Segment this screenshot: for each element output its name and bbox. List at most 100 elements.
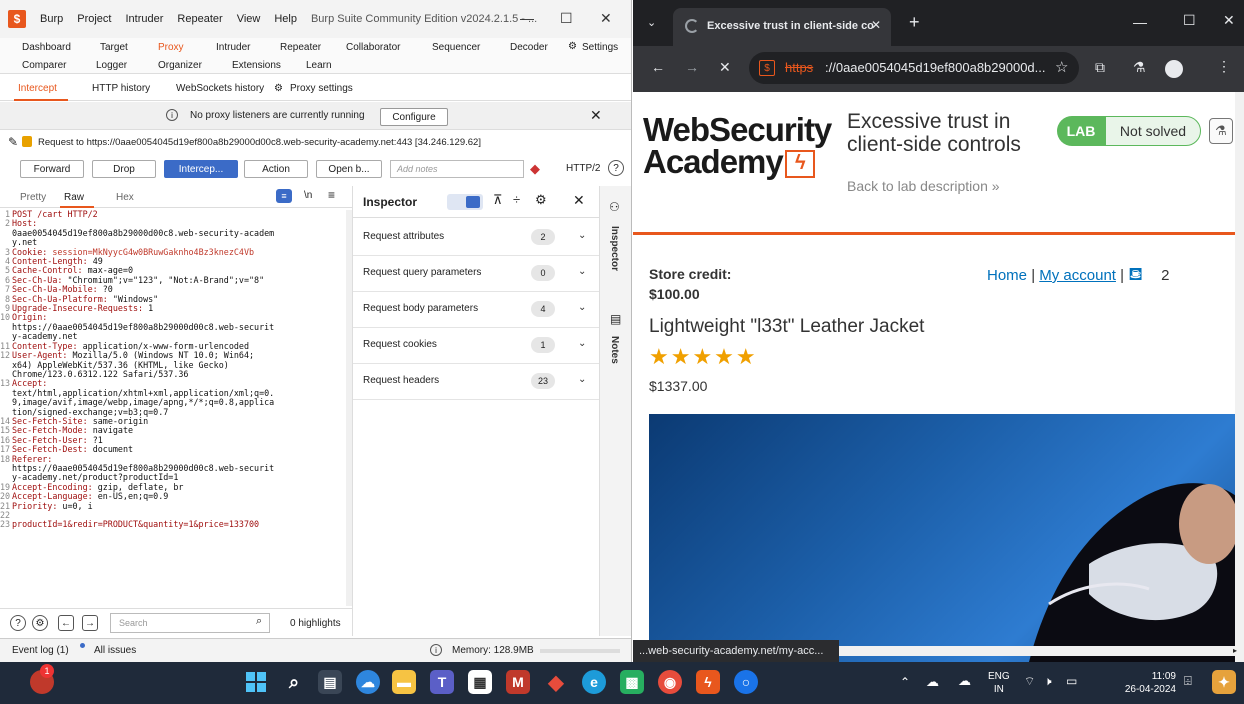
language-code[interactable]: ENG (988, 670, 1010, 683)
editor-line[interactable]: 0aae0054045d19ef800a8b29000d00c8.web-sec… (0, 228, 346, 238)
subtab-proxy-settings[interactable]: Proxy settings (290, 83, 353, 94)
notification-center-icon[interactable]: ⌹ (1184, 674, 1192, 687)
chevron-down-icon[interactable]: ⌄ (578, 266, 586, 277)
menu-repeater[interactable]: Repeater (177, 13, 222, 25)
clock[interactable]: 11:09 26-04-2024 (1112, 670, 1176, 696)
teams-icon[interactable]: T (430, 670, 454, 694)
editor-tab-raw[interactable]: Raw (64, 192, 84, 203)
subtab-intercept[interactable]: Intercept (18, 83, 57, 94)
volume-muted-icon[interactable]: 🕨 (1044, 675, 1052, 688)
tab-comparer[interactable]: Comparer (22, 60, 66, 71)
editor-line[interactable]: 21 Priority: u=0, i (0, 501, 346, 511)
inspector-rail-icon[interactable]: ⚇ (609, 200, 620, 214)
onedrive-icon[interactable]: ☁ (958, 674, 971, 687)
web-security-academy-logo[interactable]: WebSecurity Academy ϟ (643, 113, 832, 179)
tab-collaborator[interactable]: Collaborator (346, 42, 400, 53)
bookmark-star-icon[interactable]: ☆ (1055, 58, 1068, 76)
battery-icon[interactable]: ▭ (1066, 675, 1077, 688)
new-tab-plus-icon[interactable]: + (909, 12, 920, 33)
editor-line[interactable]: 1 POST /cart HTTP/2 (0, 210, 346, 219)
intercept-toggle-button[interactable]: Intercep... (164, 160, 238, 178)
highlight-color-icon[interactable]: ◆ (530, 161, 540, 177)
menu-help[interactable]: Help (274, 13, 297, 25)
subtab-websockets-history[interactable]: WebSockets history (176, 83, 264, 94)
editor-tab-hex[interactable]: Hex (116, 192, 134, 203)
message-actions-icon[interactable]: ≡ (276, 189, 292, 203)
chevron-down-icon[interactable]: ⌄ (578, 230, 586, 241)
inspector-row[interactable]: Request cookies 1 ⌄ (353, 328, 600, 364)
store-icon[interactable]: ▦ (468, 670, 492, 694)
cloud-sync-icon[interactable]: ☁ (926, 675, 939, 688)
address-bar[interactable]: $ https ://0aae0054045d19ef800a8b29000d.… (749, 52, 1079, 84)
rail-tab-notes[interactable]: Notes (609, 336, 620, 364)
mcafee-icon[interactable]: M (506, 670, 530, 694)
menu-project[interactable]: Project (77, 13, 111, 25)
tab-learn[interactable]: Learn (306, 60, 332, 71)
page-scrollbar[interactable] (1235, 92, 1244, 662)
edge-icon[interactable]: e (582, 670, 606, 694)
search-input[interactable]: Search (110, 613, 270, 633)
layout-toggle-icon[interactable] (447, 194, 483, 210)
notes-input[interactable]: Add notes (390, 160, 524, 178)
search-next-arrow-icon[interactable]: → (82, 615, 98, 631)
maximize-icon[interactable]: ☐ (560, 10, 573, 27)
raw-request-editor[interactable]: 1 POST /cart HTTP/2 2 Host: 0aae0054045d19ef… (0, 210, 346, 606)
labs-flask-icon[interactable]: ⚗ (1133, 59, 1146, 76)
browser-minimize-icon[interactable]: — (1133, 14, 1147, 30)
action-button[interactable]: Action (244, 160, 308, 178)
browser-menu-icon[interactable]: ⋮ (1217, 58, 1231, 75)
inspector-row[interactable]: Request headers 23 ⌄ (353, 364, 600, 400)
tab-sequencer[interactable]: Sequencer (432, 42, 480, 53)
tab-settings[interactable]: Settings (582, 42, 618, 53)
chevron-down-icon[interactable]: ⌄ (578, 374, 586, 385)
diamond-app-icon[interactable]: ◆ (544, 670, 568, 694)
nav-my-account-link[interactable]: My account (1039, 267, 1116, 284)
chrome-icon[interactable]: ◉ (658, 670, 682, 694)
subtab-http-history[interactable]: HTTP history (92, 83, 150, 94)
close-icon[interactable]: ✕ (600, 10, 612, 27)
editor-line[interactable]: 23 productId=1&redir=PRODUCT&quantity=1&p… (0, 519, 346, 529)
windows-start-icon[interactable] (244, 670, 268, 694)
pencil-icon[interactable]: ✎ (8, 135, 18, 149)
inspector-close-icon[interactable]: ✕ (573, 192, 585, 209)
notes-rail-icon[interactable]: ▤ (610, 312, 621, 326)
tab-decoder[interactable]: Decoder (510, 42, 548, 53)
browser-close-icon[interactable]: ✕ (1223, 12, 1235, 29)
divide-icon[interactable]: ÷ (513, 192, 520, 207)
cart-basket-icon[interactable]: ⛾ (1128, 264, 1143, 284)
chevron-down-icon[interactable]: ⌄ (578, 338, 586, 349)
extensions-puzzle-icon[interactable]: ⧉ (1095, 59, 1105, 76)
browser-tab[interactable]: Excessive trust in client-side co ✕ (673, 8, 891, 46)
scroll-right-arrow-icon[interactable]: ▸ (1233, 646, 1237, 655)
drop-button[interactable]: Drop (92, 160, 156, 178)
tab-dashboard[interactable]: Dashboard (22, 42, 71, 53)
http-version-label[interactable]: HTTP/2 (566, 163, 600, 174)
all-issues-link[interactable]: All issues (94, 645, 136, 656)
game-app-icon[interactable]: ▩ (620, 670, 644, 694)
inspector-settings-gear-icon[interactable]: ⚙ (535, 192, 547, 208)
browser-maximize-icon[interactable]: ☐ (1183, 12, 1196, 29)
minimize-icon[interactable]: — (520, 10, 534, 26)
tab-organizer[interactable]: Organizer (158, 60, 202, 71)
show-hidden-icons-chevron-icon[interactable]: ⌃ (900, 676, 910, 689)
chevron-down-icon[interactable]: ⌄ (578, 302, 586, 313)
tab-logger[interactable]: Logger (96, 60, 127, 71)
search-icon[interactable]: ⌕ (282, 670, 306, 694)
align-icon[interactable]: ⊼ (493, 192, 503, 208)
profile-avatar[interactable] (1165, 60, 1183, 78)
inspector-row[interactable]: Request query parameters 0 ⌄ (353, 256, 600, 292)
search-settings-gear-icon[interactable]: ⚙ (32, 615, 48, 631)
tab-close-icon[interactable]: ✕ (871, 18, 881, 32)
forward-button[interactable]: Forward (20, 160, 84, 178)
horizontal-scrollbar[interactable]: ▸ (839, 646, 1244, 656)
editor-line[interactable]: 9 Upgrade-Insecure-Requests: 1 (0, 303, 346, 313)
back-arrow-icon[interactable]: ← (651, 59, 665, 75)
inspector-row[interactable]: Request attributes 2 ⌄ (353, 220, 600, 256)
burp-suite-icon[interactable]: ϟ (696, 670, 720, 694)
editor-menu-icon[interactable]: ≡ (328, 188, 335, 202)
newline-toggle[interactable]: \n (304, 190, 312, 201)
help-icon[interactable]: ? (608, 160, 624, 176)
tab-target[interactable]: Target (100, 42, 128, 53)
dismiss-close-icon[interactable]: ✕ (590, 107, 602, 124)
tab-repeater[interactable]: Repeater (280, 42, 321, 53)
